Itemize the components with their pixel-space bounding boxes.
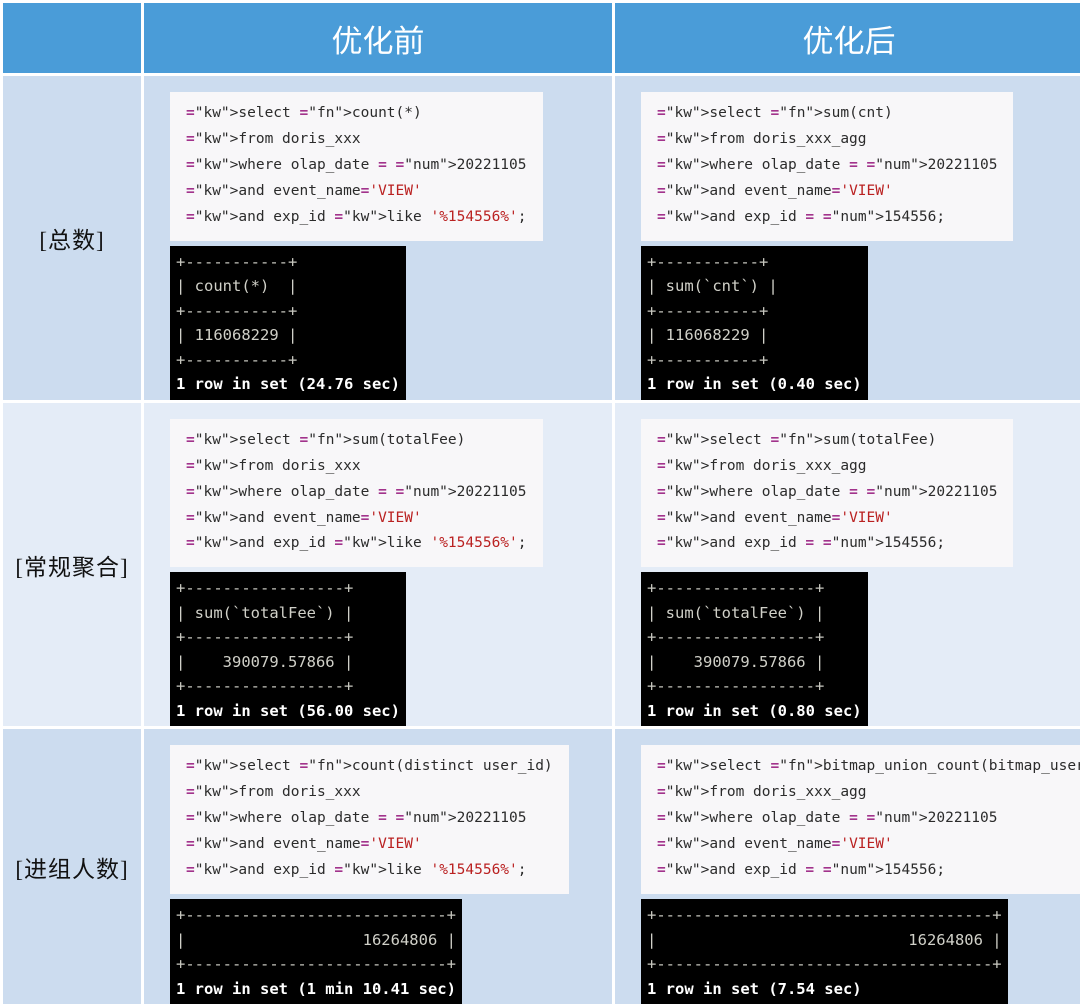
cell-after-total-count: ="kw">select ="fn">sum(cnt) ="kw">from d… xyxy=(615,76,1080,400)
terminal-output-block: +-----------+ | sum(`cnt`) | +----------… xyxy=(641,245,868,400)
table-row: [总数] ="kw">select ="fn">count(*) ="kw">f… xyxy=(3,76,1080,400)
terminal-output-block: +-----------------+ | sum(`totalFee`) | … xyxy=(170,572,406,727)
cell-inner: ="kw">select ="fn">bitmap_union_count(bi… xyxy=(615,729,1080,1005)
terminal-output-block: +----------------------------+ | 1626480… xyxy=(170,899,462,1005)
optimization-comparison-table: 优化前 优化后 [总数] ="kw">select ="fn">count(*)… xyxy=(0,0,1080,1007)
header-corner-cell xyxy=(3,3,141,73)
cell-inner: ="kw">select ="fn">sum(totalFee) ="kw">f… xyxy=(144,403,612,727)
cell-before-regular-aggregation: ="kw">select ="fn">sum(totalFee) ="kw">f… xyxy=(144,402,612,727)
terminal-output-block: +-----------------+ | sum(`totalFee`) | … xyxy=(641,572,868,727)
row-label-regular-aggregation: [常规聚合] xyxy=(3,402,141,727)
header-before-optimization: 优化前 xyxy=(144,3,612,73)
terminal-output-block: +-----------+ | count(*) | +-----------+… xyxy=(170,245,406,400)
header-after-optimization: 优化后 xyxy=(615,3,1080,73)
sql-code-block: ="kw">select ="fn">sum(totalFee) ="kw">f… xyxy=(170,418,543,568)
table-body: [总数] ="kw">select ="fn">count(*) ="kw">f… xyxy=(3,76,1080,1005)
sql-code-block: ="kw">select ="fn">bitmap_union_count(bi… xyxy=(641,745,1080,895)
table-row: [常规聚合] ="kw">select ="fn">sum(totalFee) … xyxy=(3,402,1080,727)
cell-before-distinct-users: ="kw">select ="fn">count(distinct user_i… xyxy=(144,729,612,1005)
cell-before-total-count: ="kw">select ="fn">count(*) ="kw">from d… xyxy=(144,76,612,400)
cell-after-regular-aggregation: ="kw">select ="fn">sum(totalFee) ="kw">f… xyxy=(615,402,1080,727)
cell-inner: ="kw">select ="fn">count(*) ="kw">from d… xyxy=(144,76,612,400)
row-label-total-count: [总数] xyxy=(3,76,141,400)
table-header: 优化前 优化后 xyxy=(3,3,1080,73)
cell-inner: ="kw">select ="fn">sum(totalFee) ="kw">f… xyxy=(615,403,1080,727)
sql-code-block: ="kw">select ="fn">count(*) ="kw">from d… xyxy=(170,92,543,241)
cell-inner: ="kw">select ="fn">count(distinct user_i… xyxy=(144,729,612,1005)
table-row: [进组人数] ="kw">select ="fn">count(distinct… xyxy=(3,729,1080,1005)
header-row: 优化前 优化后 xyxy=(3,3,1080,73)
row-label-distinct-users: [进组人数] xyxy=(3,729,141,1005)
sql-code-block: ="kw">select ="fn">count(distinct user_i… xyxy=(170,745,569,895)
cell-after-distinct-users: ="kw">select ="fn">bitmap_union_count(bi… xyxy=(615,729,1080,1005)
terminal-output-block: +------------------------------------+ |… xyxy=(641,899,1008,1005)
sql-code-block: ="kw">select ="fn">sum(totalFee) ="kw">f… xyxy=(641,418,1014,568)
sql-code-block: ="kw">select ="fn">sum(cnt) ="kw">from d… xyxy=(641,92,1014,241)
cell-inner: ="kw">select ="fn">sum(cnt) ="kw">from d… xyxy=(615,76,1080,400)
